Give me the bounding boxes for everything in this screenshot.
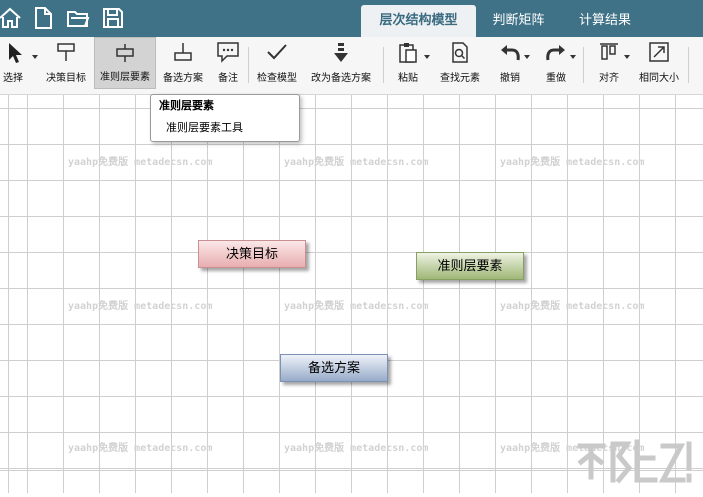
- decision-goal-node[interactable]: 决策目标: [198, 240, 306, 268]
- watermark: yaahp免费版 metadecsn.com: [500, 157, 645, 168]
- note-icon: [217, 42, 239, 63]
- open-folder-icon[interactable]: [66, 6, 90, 30]
- align-label: 对齐: [599, 73, 619, 84]
- find-icon: [452, 42, 468, 63]
- chevron-down-icon: [570, 55, 576, 59]
- chevron-down-icon: [624, 55, 630, 59]
- criteria-element-node[interactable]: 准则层要素: [416, 252, 524, 280]
- new-file-icon[interactable]: [31, 6, 55, 30]
- tooltip: 准则层要素 准则层要素工具: [150, 94, 300, 142]
- watermark: yaahp免费版 metadecsn.com: [68, 443, 213, 454]
- watermark-logo: [575, 432, 703, 493]
- undo-label: 撤销: [500, 73, 520, 84]
- align-icon: [600, 43, 618, 60]
- same-size-label: 相同大小: [639, 73, 679, 84]
- toolbar-divider: [583, 47, 584, 83]
- tooltip-description: 准则层要素工具: [166, 121, 243, 134]
- alternative-label: 备选方案: [163, 73, 203, 84]
- select-button[interactable]: 选择: [0, 37, 40, 89]
- decision-goal-label: 决策目标: [46, 73, 86, 84]
- watermark: yaahp免费版 metadecsn.com: [68, 157, 213, 168]
- arrow-down-icon: [334, 43, 348, 62]
- chevron-down-icon: [424, 55, 430, 59]
- select-label: 选择: [3, 73, 23, 84]
- criteria-element-button[interactable]: 准则层要素: [94, 37, 156, 89]
- undo-icon: [501, 45, 520, 61]
- change-to-alternative-button[interactable]: 改为备选方案: [304, 37, 378, 89]
- change-to-alternative-label: 改为备选方案: [311, 73, 371, 84]
- paste-icon: [399, 43, 417, 63]
- alternative-button[interactable]: 备选方案: [158, 37, 208, 89]
- alternative-node[interactable]: 备选方案: [280, 354, 388, 382]
- checkmark-icon: [267, 44, 287, 60]
- find-element-button[interactable]: 查找元素: [435, 37, 485, 89]
- chevron-down-icon: [32, 55, 38, 59]
- resize-icon: [649, 42, 669, 62]
- decision-goal-button[interactable]: 决策目标: [41, 37, 91, 89]
- tab-judgment-matrix[interactable]: 判断矩阵: [477, 5, 560, 37]
- tab-calculation-results[interactable]: 计算结果: [561, 5, 649, 37]
- toolbar-divider: [248, 47, 249, 83]
- paste-label: 粘贴: [398, 73, 418, 84]
- criteria-element-label: 准则层要素: [100, 72, 150, 83]
- alternative-icon: [174, 43, 192, 61]
- redo-label: 重做: [546, 73, 566, 84]
- toolbar: 选择 决策目标 准则层要素 备选方案 备注 检查模型 改为备选方案 粘贴 查找元…: [0, 37, 703, 95]
- check-model-label: 检查模型: [257, 73, 297, 84]
- find-element-label: 查找元素: [440, 73, 480, 84]
- tab-hierarchy-model[interactable]: 层次结构模型: [361, 5, 476, 37]
- tooltip-title: 准则层要素: [159, 99, 214, 112]
- watermark: yaahp免费版 metadecsn.com: [68, 301, 213, 312]
- undo-button[interactable]: 撤销: [492, 37, 530, 89]
- watermark: yaahp免费版 metadecsn.com: [284, 443, 429, 454]
- pointer-icon: [9, 43, 22, 63]
- align-button[interactable]: 对齐: [590, 37, 630, 89]
- paste-button[interactable]: 粘贴: [388, 37, 430, 89]
- decision-goal-icon: [57, 43, 75, 61]
- chevron-down-icon: [524, 55, 530, 59]
- toolbar-divider: [688, 47, 689, 83]
- criteria-element-icon: [116, 44, 134, 62]
- note-label: 备注: [218, 73, 238, 84]
- watermark: yaahp免费版 metadecsn.com: [284, 157, 429, 168]
- title-bar: 层次结构模型 判断矩阵 计算结果: [0, 0, 703, 37]
- check-model-button[interactable]: 检查模型: [252, 37, 302, 89]
- toolbar-divider: [383, 47, 384, 83]
- note-button[interactable]: 备注: [210, 37, 246, 89]
- redo-button[interactable]: 重做: [538, 37, 576, 89]
- watermark: yaahp免费版 metadecsn.com: [500, 301, 645, 312]
- save-icon[interactable]: [101, 6, 125, 30]
- redo-icon: [546, 45, 565, 61]
- home-icon[interactable]: [0, 6, 22, 30]
- same-size-button[interactable]: 相同大小: [634, 37, 684, 89]
- watermark: yaahp免费版 metadecsn.com: [284, 301, 429, 312]
